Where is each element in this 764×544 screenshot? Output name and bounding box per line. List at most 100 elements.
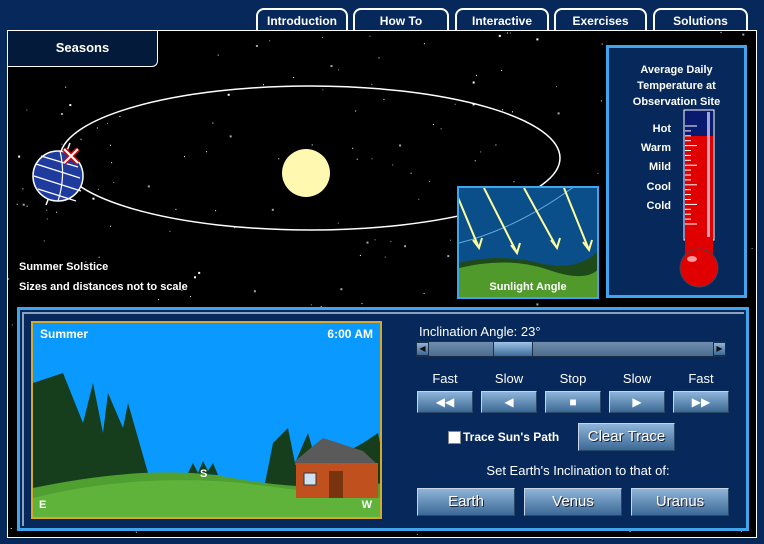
star xyxy=(352,147,354,149)
star xyxy=(536,303,539,306)
preset-earth-button[interactable]: Earth xyxy=(417,488,515,516)
star xyxy=(384,256,386,258)
season-name: Summer xyxy=(40,327,89,341)
star xyxy=(555,86,557,88)
star xyxy=(410,172,412,174)
star xyxy=(147,185,150,188)
earth-icon[interactable] xyxy=(32,142,84,206)
main-frame: Seasons Summer Solstice Sizes and distan… xyxy=(7,30,757,538)
star xyxy=(404,245,407,248)
slider-left-arrow-icon[interactable]: ◀ xyxy=(416,342,429,356)
star xyxy=(502,109,504,111)
direction-west: W xyxy=(361,499,372,511)
star xyxy=(509,32,511,34)
step-back-icon: ◀ xyxy=(504,395,514,409)
fast-rewind-button[interactable]: ◀◀ xyxy=(417,391,473,413)
star xyxy=(190,296,191,298)
trace-sun-path-checkbox[interactable]: Trace Sun's Path xyxy=(448,430,559,444)
star xyxy=(22,203,25,206)
star xyxy=(480,151,482,153)
star xyxy=(432,124,434,125)
tab-how-to[interactable]: How To xyxy=(353,8,449,30)
scale-label-warm: Warm xyxy=(640,142,671,154)
star xyxy=(60,113,63,115)
star xyxy=(158,299,160,301)
star xyxy=(293,77,295,78)
slider-thumb[interactable] xyxy=(493,341,534,357)
fast-rewind-label: Fast xyxy=(432,371,458,386)
star xyxy=(600,100,602,102)
clear-trace-button[interactable]: Clear Trace xyxy=(578,423,675,451)
star xyxy=(629,531,631,533)
star xyxy=(311,144,313,146)
fast-forward-label: Fast xyxy=(688,371,714,386)
star xyxy=(513,181,515,183)
star xyxy=(330,65,333,68)
star xyxy=(217,54,219,56)
star xyxy=(107,122,109,124)
star xyxy=(110,144,111,146)
star xyxy=(229,135,232,138)
star xyxy=(56,211,58,213)
star xyxy=(253,290,256,293)
star xyxy=(46,218,48,220)
star xyxy=(359,254,361,256)
star xyxy=(751,248,753,249)
scale-label-cool: Cool xyxy=(646,181,671,193)
star xyxy=(383,98,385,100)
slow-reverse-button[interactable]: ◀ xyxy=(481,391,537,413)
tab-exercises[interactable]: Exercises xyxy=(554,8,647,30)
slow-forward-label: Slow xyxy=(622,371,652,386)
star xyxy=(447,255,450,258)
star xyxy=(361,303,363,305)
preset-uranus-button[interactable]: Uranus xyxy=(631,488,729,516)
scale-label-hot: Hot xyxy=(652,123,671,135)
tab-interactive[interactable]: Interactive xyxy=(455,8,549,32)
star xyxy=(169,230,171,232)
sun-ray xyxy=(483,188,521,256)
star xyxy=(110,225,111,227)
play-icon: ▶ xyxy=(632,395,642,409)
star xyxy=(472,81,475,84)
star xyxy=(198,271,201,274)
star xyxy=(212,122,214,124)
star xyxy=(194,276,196,279)
scale-note: Sizes and distances not to scale xyxy=(19,281,188,293)
star xyxy=(392,164,394,166)
star xyxy=(69,104,72,107)
star xyxy=(506,32,508,34)
star xyxy=(720,31,722,33)
star xyxy=(474,160,476,162)
star xyxy=(22,188,24,190)
slow-forward-button[interactable]: ▶ xyxy=(609,391,665,413)
star xyxy=(263,84,264,86)
star xyxy=(269,40,271,42)
star xyxy=(557,112,560,115)
sun-icon xyxy=(282,149,330,197)
star xyxy=(135,531,137,533)
star xyxy=(418,198,420,200)
star xyxy=(429,181,431,183)
star xyxy=(80,138,82,140)
star xyxy=(450,239,452,241)
star xyxy=(337,222,339,224)
star xyxy=(43,240,45,242)
star xyxy=(11,324,13,326)
tab-introduction[interactable]: Introduction xyxy=(256,8,348,30)
inclination-slider[interactable]: ◀ ▶ xyxy=(416,341,726,357)
star xyxy=(399,144,402,147)
fast-forward-button[interactable]: ▶▶ xyxy=(673,391,729,413)
tab-solutions[interactable]: Solutions xyxy=(653,8,748,30)
star xyxy=(476,74,477,76)
star xyxy=(98,256,100,258)
stop-button[interactable]: ■ xyxy=(545,391,601,413)
season-label: Summer Solstice xyxy=(19,261,109,273)
checkbox-icon[interactable] xyxy=(448,430,461,444)
star xyxy=(96,127,98,129)
star xyxy=(536,38,539,41)
star xyxy=(374,239,376,241)
slider-right-arrow-icon[interactable]: ▶ xyxy=(713,342,726,356)
star xyxy=(26,205,28,207)
star xyxy=(97,188,99,190)
preset-venus-button[interactable]: Venus xyxy=(524,488,622,516)
